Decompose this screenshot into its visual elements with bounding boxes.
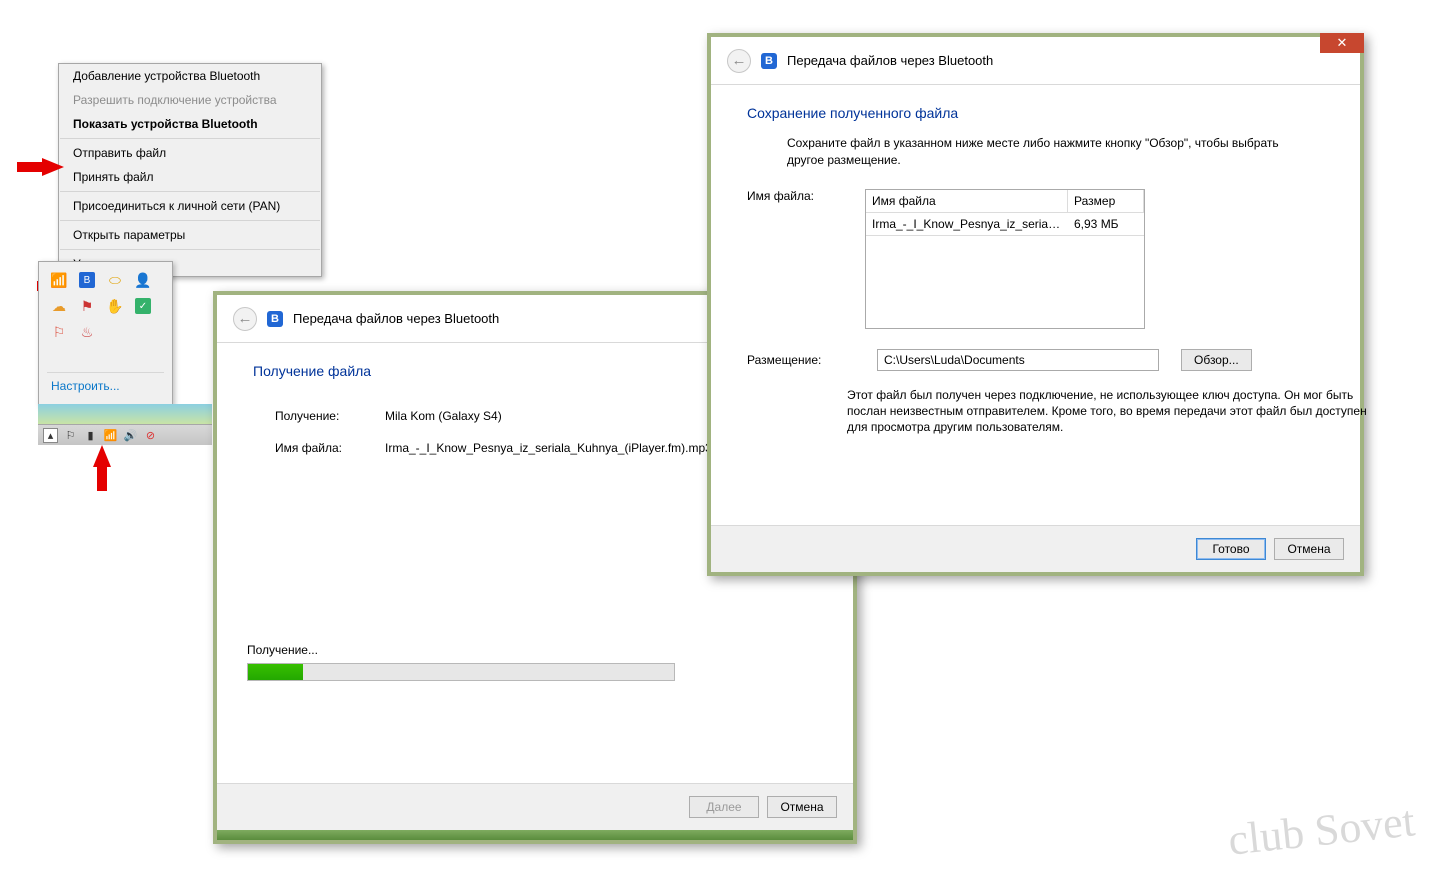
battery-icon[interactable]: ▮ bbox=[83, 428, 98, 443]
menu-item-open-settings[interactable]: Открыть параметры bbox=[59, 223, 321, 247]
desktop-wallpaper-strip bbox=[217, 830, 853, 840]
file-table: Имя файла Размер Irma_-_I_Know_Pesnya_iz… bbox=[865, 189, 1145, 329]
from-value: Mila Kom (Galaxy S4) bbox=[385, 409, 502, 423]
shield-icon[interactable]: ⬭ bbox=[107, 272, 123, 288]
system-tray-overflow: 📶 B ⬭ 👤 ☁ ⚑ ✋ ✓ ⚐ ♨ Настроить... bbox=[38, 261, 173, 406]
back-button[interactable]: ← bbox=[727, 49, 751, 73]
hint-text: Сохраните файл в указанном ниже месте ли… bbox=[787, 135, 1307, 169]
desktop-wallpaper-strip bbox=[38, 404, 212, 424]
bluetooth-icon: B bbox=[761, 53, 777, 69]
cancel-button[interactable]: Отмена bbox=[1274, 538, 1344, 560]
bluetooth-icon: B bbox=[267, 311, 283, 327]
antivirus-icon[interactable]: ⚑ bbox=[79, 298, 95, 314]
col-name-header[interactable]: Имя файла bbox=[866, 190, 1068, 212]
menu-item-add-device[interactable]: Добавление устройства Bluetooth bbox=[59, 64, 321, 88]
menu-separator bbox=[60, 220, 320, 221]
signal-icon[interactable]: 📶 bbox=[103, 428, 118, 443]
section-heading: Сохранение полученного файла bbox=[747, 105, 1324, 121]
col-size-header[interactable]: Размер bbox=[1068, 190, 1144, 212]
cell-filesize: 6,93 МБ bbox=[1068, 213, 1144, 235]
blocked-icon[interactable]: ⊘ bbox=[143, 428, 158, 443]
wifi-icon[interactable]: 📶 bbox=[51, 272, 67, 288]
browse-button[interactable]: Обзор... bbox=[1181, 349, 1252, 371]
menu-item-show-devices[interactable]: Показать устройства Bluetooth bbox=[59, 112, 321, 136]
security-icon[interactable]: ✓ bbox=[135, 298, 151, 314]
annotation-arrow-icon bbox=[42, 158, 64, 176]
flag-icon[interactable]: ⚐ bbox=[51, 324, 67, 340]
menu-item-allow-connection: Разрешить подключение устройства bbox=[59, 88, 321, 112]
user-icon[interactable]: 👤 bbox=[135, 272, 151, 288]
location-input[interactable] bbox=[877, 349, 1159, 371]
annotation-arrow-icon bbox=[93, 445, 111, 467]
taskbar: ▴ ⚐ ▮ 📶 🔊 ⊘ bbox=[38, 424, 212, 445]
progress-label: Получение... bbox=[247, 643, 675, 657]
cancel-button[interactable]: Отмена bbox=[767, 796, 837, 818]
close-button[interactable]: ✕ bbox=[1320, 33, 1364, 53]
menu-separator bbox=[60, 191, 320, 192]
warning-text: Этот файл был получен через подключение,… bbox=[847, 387, 1377, 436]
progress-fill bbox=[248, 664, 303, 680]
dialog-title: Передача файлов через Bluetooth bbox=[787, 53, 993, 68]
action-center-icon[interactable]: ⚐ bbox=[63, 428, 78, 443]
menu-item-receive-file[interactable]: Принять файл bbox=[59, 165, 321, 189]
filename-value: Irma_-_I_Know_Pesnya_iz_seriala_Kuhnya_(… bbox=[385, 441, 712, 455]
tray-configure-link[interactable]: Настроить... bbox=[47, 372, 164, 397]
dialog-titlebar: ← B Передача файлов через Bluetooth bbox=[711, 37, 1360, 85]
java-icon[interactable]: ♨ bbox=[79, 324, 95, 340]
table-row[interactable]: Irma_-_I_Know_Pesnya_iz_seriala_K... 6,9… bbox=[866, 213, 1144, 236]
next-button: Далее bbox=[689, 796, 759, 818]
cloud-icon[interactable]: ☁ bbox=[51, 298, 67, 314]
filename-label: Имя файла: bbox=[275, 441, 385, 455]
bluetooth-save-dialog: ✕ ← B Передача файлов через Bluetooth Со… bbox=[707, 33, 1364, 576]
watermark: club Sovet bbox=[1226, 795, 1417, 865]
volume-icon[interactable]: 🔊 bbox=[123, 428, 138, 443]
filename-label: Имя файла: bbox=[747, 189, 855, 203]
dialog-title: Передача файлов через Bluetooth bbox=[293, 311, 499, 326]
dialog-footer: Далее Отмена bbox=[217, 783, 853, 830]
tray-expand-icon[interactable]: ▴ bbox=[43, 428, 58, 443]
menu-separator bbox=[60, 138, 320, 139]
menu-item-join-pan[interactable]: Присоединиться к личной сети (PAN) bbox=[59, 194, 321, 218]
progress-bar bbox=[247, 663, 675, 681]
cell-filename: Irma_-_I_Know_Pesnya_iz_seriala_K... bbox=[866, 213, 1068, 235]
dialog-footer: Готово Отмена bbox=[711, 525, 1360, 572]
bluetooth-icon[interactable]: B bbox=[79, 272, 95, 288]
bluetooth-context-menu: Добавление устройства Bluetooth Разрешит… bbox=[58, 63, 322, 277]
menu-separator bbox=[60, 249, 320, 250]
pointer-icon[interactable]: ✋ bbox=[107, 298, 123, 314]
back-button[interactable]: ← bbox=[233, 307, 257, 331]
from-label: Получение: bbox=[275, 409, 385, 423]
done-button[interactable]: Готово bbox=[1196, 538, 1266, 560]
location-label: Размещение: bbox=[747, 353, 855, 367]
menu-item-send-file[interactable]: Отправить файл bbox=[59, 141, 321, 165]
